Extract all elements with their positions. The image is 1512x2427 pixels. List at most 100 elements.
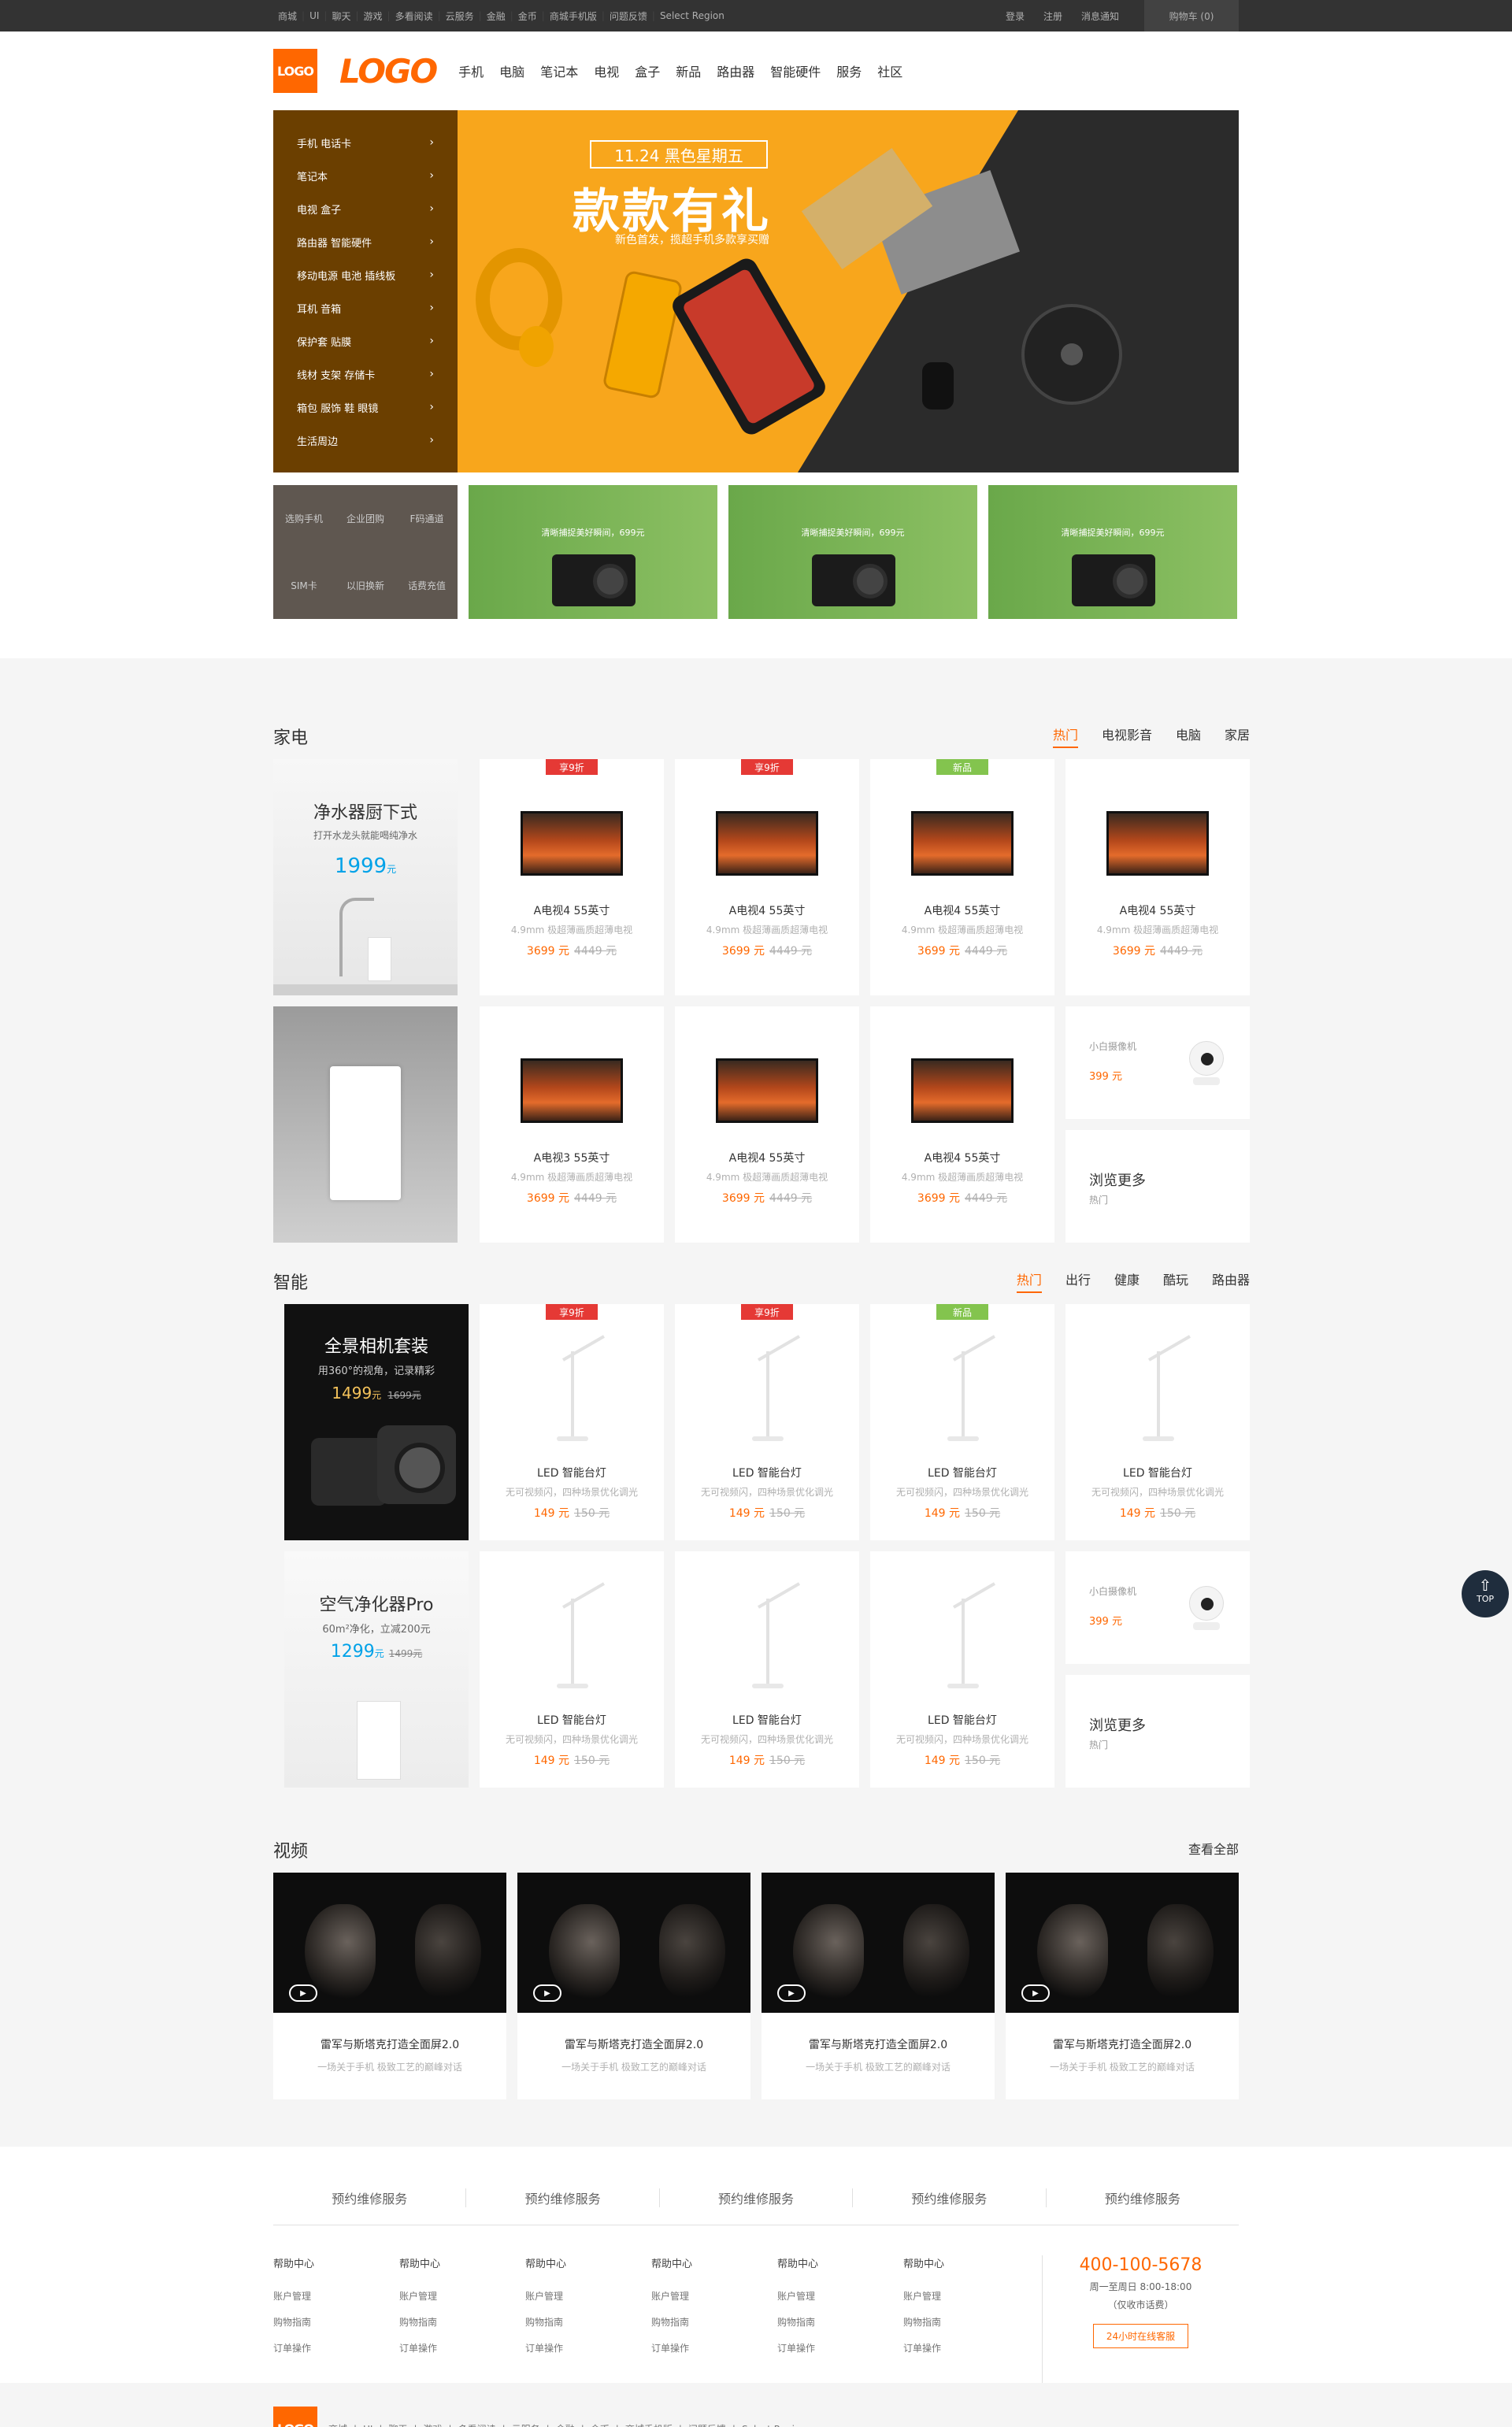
footer-link[interactable]: 订单操作 bbox=[273, 2341, 399, 2355]
category-item[interactable]: 移动电源 电池 插线板 › bbox=[273, 258, 458, 291]
back-to-top-button[interactable]: ⇧ TOP bbox=[1462, 1570, 1509, 1617]
bottom-link[interactable]: 云服务 bbox=[509, 2424, 543, 2427]
notice-link[interactable]: 消息通知 bbox=[1072, 9, 1128, 23]
tab[interactable]: 热门 bbox=[1052, 724, 1078, 748]
footer-link[interactable]: 订单操作 bbox=[651, 2341, 777, 2355]
service-link[interactable]: 预约维修服务 bbox=[660, 2188, 854, 2207]
quick-link[interactable]: 企业团购 bbox=[335, 485, 396, 552]
air-purifier-promo[interactable]: 空气净化器Pro 60m²净化，立减200元 1299元 1499元 bbox=[284, 1551, 469, 1788]
bottom-link[interactable]: Select Region bbox=[739, 2424, 810, 2427]
bottom-link[interactable]: 金币 bbox=[587, 2424, 613, 2427]
logo-icon[interactable]: LOGO bbox=[273, 2407, 317, 2427]
video-card[interactable]: ▶ 雷军与斯塔克打造全面屏2.0 一场关于手机 极致工艺的巅峰对话 bbox=[517, 1873, 750, 2099]
bottom-link[interactable]: 多看阅读 bbox=[455, 2424, 499, 2427]
nav-item[interactable]: 智能硬件 bbox=[770, 61, 821, 80]
category-item[interactable]: 生活周边 › bbox=[273, 424, 458, 457]
footer-link[interactable]: 账户管理 bbox=[399, 2289, 525, 2303]
footer-link[interactable]: 购物指南 bbox=[525, 2315, 651, 2329]
promo-card[interactable]: 清晰捕捉美好瞬间，699元 bbox=[988, 485, 1237, 619]
product-card[interactable]: 新品 A电视4 55英寸 4.9mm 极超薄画质超薄电视 3699 元 4449 元 bbox=[870, 759, 1054, 995]
play-icon[interactable]: ▶ bbox=[777, 1984, 806, 2002]
quick-link[interactable]: SIM卡 bbox=[273, 552, 335, 619]
footer-link[interactable]: 账户管理 bbox=[273, 2289, 399, 2303]
browse-more-card[interactable]: 浏览更多 热门 bbox=[1065, 1675, 1250, 1788]
small-product-card[interactable]: 小白摄像机 399 元 bbox=[1065, 1551, 1250, 1664]
quick-link[interactable]: F码通道 bbox=[396, 485, 458, 552]
top-link[interactable]: 聊天 bbox=[327, 9, 355, 23]
footer-link[interactable]: 购物指南 bbox=[651, 2315, 777, 2329]
nav-item[interactable]: 盒子 bbox=[635, 61, 660, 80]
product-card[interactable]: LED 智能台灯 无可视频闪，四种场景优化调光 149 元 150 元 bbox=[480, 1551, 664, 1788]
footer-link[interactable]: 订单操作 bbox=[399, 2341, 525, 2355]
footer-link[interactable]: 账户管理 bbox=[525, 2289, 651, 2303]
nav-item[interactable]: 路由器 bbox=[717, 61, 754, 80]
top-link[interactable]: 多看阅读 bbox=[391, 9, 438, 23]
tab[interactable]: 电脑 bbox=[1176, 724, 1201, 748]
service-link[interactable]: 预约维修服务 bbox=[853, 2188, 1047, 2207]
promo-card[interactable]: 清晰捕捉美好瞬间，699元 bbox=[728, 485, 977, 619]
video-thumbnail[interactable]: ▶ bbox=[1006, 1873, 1239, 2013]
product-card[interactable]: A电视3 55英寸 4.9mm 极超薄画质超薄电视 3699 元 4449 元 bbox=[480, 1006, 664, 1243]
top-link[interactable]: 问题反馈 bbox=[605, 9, 652, 23]
tab[interactable]: 路由器 bbox=[1212, 1269, 1250, 1293]
play-icon[interactable]: ▶ bbox=[289, 1984, 317, 2002]
water-purifier-promo[interactable]: 净水器厨下式 打开水龙头就能喝纯净水 1999元 bbox=[273, 759, 458, 995]
service-link[interactable]: 预约维修服务 bbox=[466, 2188, 660, 2207]
nav-item[interactable]: 新品 bbox=[676, 61, 701, 80]
hero-banner[interactable]: 11.24 黑色星期五 款款有礼 新色首发，揽超手机多款享买赠 bbox=[458, 110, 1239, 472]
product-card[interactable]: A电视4 55英寸 4.9mm 极超薄画质超薄电视 3699 元 4449 元 bbox=[1065, 759, 1250, 995]
view-all-link[interactable]: 查看全部 bbox=[1188, 1839, 1239, 1861]
tab[interactable]: 酷玩 bbox=[1163, 1269, 1188, 1293]
quick-link[interactable]: 选购手机 bbox=[273, 485, 335, 552]
product-card[interactable]: A电视4 55英寸 4.9mm 极超薄画质超薄电视 3699 元 4449 元 bbox=[675, 1006, 859, 1243]
video-thumbnail[interactable]: ▶ bbox=[762, 1873, 995, 2013]
nav-item[interactable]: 电视 bbox=[594, 61, 619, 80]
service-link[interactable]: 预约维修服务 bbox=[273, 2188, 467, 2207]
browse-more-card[interactable]: 浏览更多 热门 bbox=[1065, 1130, 1250, 1243]
play-icon[interactable]: ▶ bbox=[1021, 1984, 1050, 2002]
logo-icon[interactable]: LOGO bbox=[273, 49, 317, 93]
product-card[interactable]: 享9折 A电视4 55英寸 4.9mm 极超薄画质超薄电视 3699 元 4449 元 bbox=[480, 759, 664, 995]
top-link[interactable]: Select Region bbox=[655, 10, 729, 21]
login-link[interactable]: 登录 bbox=[996, 9, 1034, 23]
footer-link[interactable]: 账户管理 bbox=[777, 2289, 903, 2303]
top-link[interactable]: 金币 bbox=[513, 9, 542, 23]
category-item[interactable]: 手机 电话卡 › bbox=[273, 126, 458, 159]
top-link[interactable]: 云服务 bbox=[441, 9, 479, 23]
product-card[interactable]: 享9折 LED 智能台灯 无可视频闪，四种场景优化调光 149 元 150 元 bbox=[480, 1304, 664, 1540]
footer-link[interactable]: 购物指南 bbox=[777, 2315, 903, 2329]
product-card[interactable]: LED 智能台灯 无可视频闪，四种场景优化调光 149 元 150 元 bbox=[675, 1551, 859, 1788]
category-item[interactable]: 箱包 服饰 鞋 眼镜 › bbox=[273, 391, 458, 424]
tab[interactable]: 健康 bbox=[1114, 1269, 1140, 1293]
tab[interactable]: 电视影音 bbox=[1102, 724, 1152, 748]
product-card[interactable]: 新品 LED 智能台灯 无可视频闪，四种场景优化调光 149 元 150 元 bbox=[870, 1304, 1054, 1540]
footer-link[interactable]: 订单操作 bbox=[903, 2341, 1029, 2355]
online-service-button[interactable]: 24小时在线客服 bbox=[1092, 2324, 1189, 2348]
promo-card[interactable]: 清晰捕捉美好瞬间，699元 bbox=[469, 485, 717, 619]
small-product-card[interactable]: 小白摄像机 399 元 bbox=[1065, 1006, 1250, 1119]
nav-item[interactable]: 笔记本 bbox=[540, 61, 578, 80]
footer-link[interactable]: 账户管理 bbox=[651, 2289, 777, 2303]
footer-link[interactable]: 购物指南 bbox=[399, 2315, 525, 2329]
nav-item[interactable]: 电脑 bbox=[499, 61, 524, 80]
bottom-link[interactable]: 金融 bbox=[553, 2424, 578, 2427]
bottom-link[interactable]: 商城手机版 bbox=[622, 2424, 676, 2427]
category-item[interactable]: 保护套 贴膜 › bbox=[273, 324, 458, 358]
category-item[interactable]: 线材 支架 存储卡 › bbox=[273, 358, 458, 391]
tab[interactable]: 热门 bbox=[1016, 1269, 1042, 1293]
video-thumbnail[interactable]: ▶ bbox=[273, 1873, 506, 2013]
footer-link[interactable]: 订单操作 bbox=[525, 2341, 651, 2355]
service-link[interactable]: 预约维修服务 bbox=[1047, 2188, 1239, 2207]
tab[interactable]: 出行 bbox=[1065, 1269, 1091, 1293]
purifier-image-promo[interactable] bbox=[273, 1006, 458, 1243]
category-item[interactable]: 笔记本 › bbox=[273, 159, 458, 192]
product-card[interactable]: 享9折 LED 智能台灯 无可视频闪，四种场景优化调光 149 元 150 元 bbox=[675, 1304, 859, 1540]
top-link[interactable]: 商城手机版 bbox=[545, 9, 602, 23]
panorama-camera-promo[interactable]: 全景相机套装 用360°的视角，记录精彩 1499元 1699元 bbox=[284, 1304, 469, 1540]
bottom-link[interactable]: UI bbox=[360, 2424, 376, 2427]
bottom-link[interactable]: 聊天 bbox=[385, 2424, 410, 2427]
category-item[interactable]: 耳机 音箱 › bbox=[273, 291, 458, 324]
quick-link[interactable]: 以旧换新 bbox=[335, 552, 396, 619]
footer-link[interactable]: 账户管理 bbox=[903, 2289, 1029, 2303]
product-card[interactable]: LED 智能台灯 无可视频闪，四种场景优化调光 149 元 150 元 bbox=[1065, 1304, 1250, 1540]
